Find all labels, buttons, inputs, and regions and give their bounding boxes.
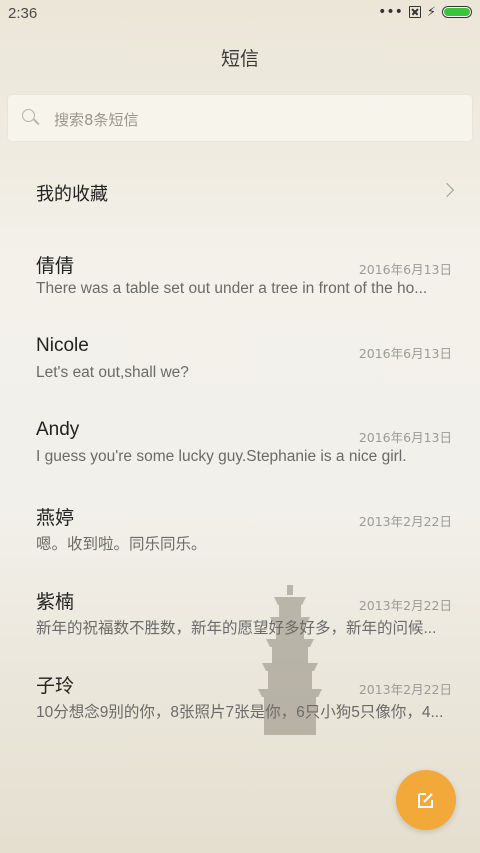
conversation-item[interactable]: 倩倩 2016年6月13日 There was a table set out … — [0, 232, 480, 316]
battery-level — [444, 8, 470, 16]
favorites-item[interactable]: 我的收藏 — [0, 160, 480, 224]
favorites-label: 我的收藏 — [36, 184, 108, 205]
battery-icon — [442, 6, 472, 18]
status-icons: ••• ⚡ — [378, 5, 472, 19]
contact-name: Nicole — [36, 335, 89, 356]
search-placeholder: 搜索8条短信 — [54, 111, 139, 129]
compose-icon — [418, 793, 433, 808]
contact-name: 燕婷 — [36, 508, 75, 529]
no-sim-icon — [408, 6, 421, 18]
message-preview: There was a table set out under a tree i… — [36, 280, 428, 297]
messages-app: 2:36 ••• ⚡ 短信 搜索8条短信 我的收藏 倩倩 2016年6月13日 … — [0, 0, 480, 853]
conversation-list: 倩倩 2016年6月13日 There was a table set out … — [0, 232, 480, 736]
chevron-right-icon — [439, 182, 455, 198]
message-date: 2016年6月13日 — [358, 430, 452, 445]
message-preview: 10分想念9别的你，8张照片7张是你，6只小狗5只像你，4... — [36, 704, 444, 721]
search-input[interactable]: 搜索8条短信 — [8, 95, 472, 141]
charging-icon: ⚡ — [426, 4, 436, 20]
conversation-item[interactable]: Nicole 2016年6月13日 Let's eat out,shall we… — [0, 316, 480, 400]
contact-name: 倩倩 — [36, 256, 75, 277]
search-icon — [22, 109, 35, 122]
message-date: 2013年2月22日 — [358, 682, 452, 697]
message-preview: 嗯。收到啦。同乐同乐。 — [36, 536, 207, 553]
message-preview: 新年的祝福数不胜数，新年的愿望好多好多，新年的问候... — [36, 620, 437, 637]
message-date: 2016年6月13日 — [358, 262, 452, 277]
status-time: 2:36 — [8, 5, 38, 22]
message-date: 2013年2月22日 — [358, 514, 452, 529]
status-bar: 2:36 ••• ⚡ — [0, 0, 480, 28]
conversation-item[interactable]: 紫楠 2013年2月22日 新年的祝福数不胜数，新年的愿望好多好多，新年的问候.… — [0, 568, 480, 652]
page-title: 短信 — [220, 48, 259, 70]
message-date: 2016年6月13日 — [358, 346, 452, 361]
message-preview: Let's eat out,shall we? — [36, 364, 189, 381]
conversation-item[interactable]: 子玲 2013年2月22日 10分想念9别的你，8张照片7张是你，6只小狗5只像… — [0, 652, 480, 736]
message-date: 2013年2月22日 — [358, 598, 452, 613]
conversation-item[interactable]: 燕婷 2013年2月22日 嗯。收到啦。同乐同乐。 — [0, 484, 480, 568]
contact-name: 子玲 — [36, 676, 75, 697]
contact-name: Andy — [36, 419, 80, 440]
conversation-item[interactable]: Andy 2016年6月13日 I guess you're some luck… — [0, 400, 480, 484]
contact-name: 紫楠 — [36, 592, 75, 613]
compose-button[interactable] — [396, 770, 456, 830]
more-dots-icon: ••• — [378, 4, 403, 20]
message-preview: I guess you're some lucky guy.Stephanie … — [36, 448, 407, 465]
